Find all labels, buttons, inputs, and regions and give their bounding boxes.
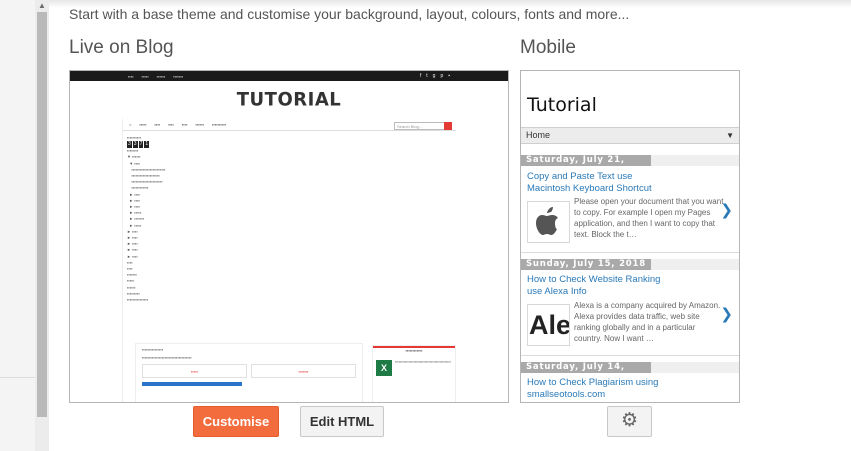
post-title[interactable]: How to Check Website Ranking use Alexa I… — [527, 274, 660, 297]
post-date: Saturday, July 14, 2018 — [521, 362, 651, 383]
preview-search-icon — [444, 122, 452, 130]
chevron-right-icon[interactable]: ❯ — [720, 201, 733, 219]
post-snippet: Alexa is a company acquired by Amazon. A… — [574, 301, 721, 343]
mobile-home-dropdown[interactable]: Home ▼ — [521, 127, 739, 144]
mobile-home-label: Home — [526, 130, 551, 140]
alexa-thumbnail: Ale — [527, 304, 570, 346]
mobile-settings-button[interactable]: ⚙ — [607, 406, 652, 437]
left-rail — [0, 0, 35, 451]
apple-logo-icon — [527, 201, 570, 243]
post-title-line[interactable]: use Alexa Info — [527, 286, 660, 298]
post-title-line[interactable]: Macintosh Keyboard Shortcut — [527, 183, 652, 195]
customise-button[interactable]: Customise — [193, 406, 279, 437]
live-on-blog-heading: Live on Blog — [69, 37, 174, 58]
post-snippet: Please open your document that you want … — [574, 197, 724, 239]
edit-html-button[interactable]: Edit HTML — [300, 406, 384, 437]
theme-intro-text: Start with a base theme and customise yo… — [69, 6, 630, 22]
post-date: Saturday, July 21, 2018 — [521, 155, 651, 176]
excel-icon: X — [376, 360, 392, 376]
preview-popular-posts: ▪▪▪▪▪▪▪▪▪▪▪▪ X ▪▪▪▪▪▪▪▪▪▪▪▪▪▪▪▪▪▪▪▪▪▪▪▪▪… — [372, 345, 456, 402]
desktop-theme-preview[interactable]: ▪▪▪▪ ▪▪▪▪▪ ▪▪▪▪▪▪ ▪▪▪▪▪▪▪ f t g p ▪ TUTORIAL ⌂ ▪… — [69, 70, 509, 403]
post-title-line[interactable]: Copy and Paste Text use — [527, 171, 652, 183]
scrollbar-thumb[interactable] — [37, 12, 47, 417]
chevron-right-icon[interactable]: ❯ — [720, 305, 733, 323]
mobile-blog-title: Tutorial — [527, 94, 597, 116]
preview-post: ▪▪▪▪▪▪▪▪▪▪▪▪▪▪▪ ▪▪▪▪▪▪▪▪▪▪▪▪▪▪▪▪▪▪▪▪▪▪▪▪… — [135, 343, 363, 402]
post-title-line[interactable]: smallseotools.com — [527, 389, 658, 401]
dropdown-arrow-icon: ▼ — [726, 131, 734, 140]
gear-icon: ⚙ — [620, 410, 639, 431]
post-title[interactable]: How to Check Plagiarism using smallseoto… — [527, 377, 658, 400]
preview-body: ⌂ ▪▪▪▪▪ ▪▪▪▪ ▪▪▪▪ ▪▪▪▪ ▪▪▪▪▪▪ ▪▪▪▪▪▪▪▪▪▪ Searc… — [122, 119, 456, 402]
post-title[interactable]: Copy and Paste Text use Macintosh Keyboa… — [527, 171, 652, 194]
post-title-line[interactable]: How to Check Plagiarism using — [527, 377, 658, 389]
divider — [521, 252, 739, 253]
post-date: Sunday, July 15, 2018 — [521, 259, 651, 270]
divider — [521, 355, 739, 356]
preview-blog-title: TUTORIAL — [236, 88, 342, 111]
mobile-heading: Mobile — [520, 37, 576, 58]
mobile-theme-preview[interactable]: Tutorial Home ▼ Saturday, July 21, 2018 … — [520, 70, 740, 403]
post-title-line[interactable]: How to Check Website Ranking — [527, 274, 660, 286]
divider — [0, 377, 35, 378]
preview-sidebar: ▪▪▪▪▪▪▪▪▪▪ 3371 ▪▪▪▪▪▪▪▪ ▼ ▪▪▪▪▪▪ ▼ ▪▪▪▪… — [127, 135, 166, 303]
preview-social-icons: f t g p ▪ — [419, 73, 450, 79]
scroll-up-arrow-icon[interactable]: ▲ — [37, 0, 47, 12]
